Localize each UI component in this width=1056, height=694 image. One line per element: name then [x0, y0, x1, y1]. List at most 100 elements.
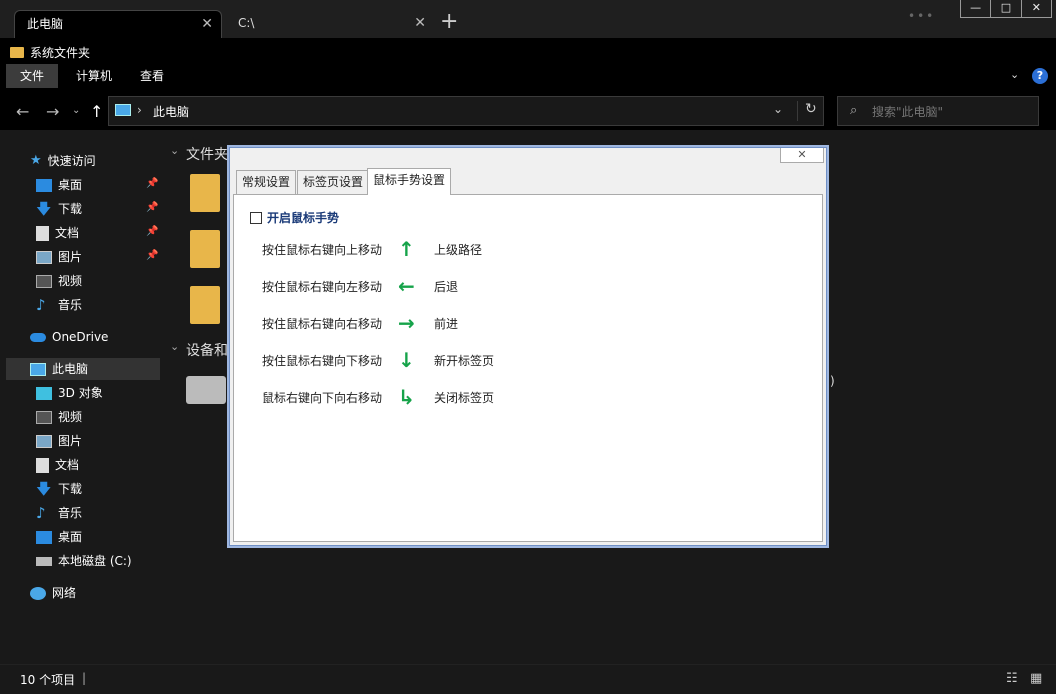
checkbox-box[interactable] [250, 211, 262, 224]
sidebar-item-local-disk[interactable]: 本地磁盘 (C:) [36, 550, 176, 572]
sidebar-item-videos[interactable]: 视频 [36, 406, 176, 428]
arrow-down-icon: ↓ [398, 348, 415, 372]
navigation-bar: ← → ⌄ ↑ › 此电脑 ⌄ ↻ ⌕ [0, 96, 1056, 128]
tab-bar: 此电脑 ✕ C:\ ✕ + ••• — □ ✕ [0, 0, 1056, 38]
gesture-row: 按住鼠标右键向上移动 ↑ 上级路径 [262, 237, 522, 261]
recent-chevron-icon[interactable]: ⌄ [72, 105, 80, 116]
group-header-devices[interactable]: 设备和 [186, 340, 228, 360]
window-title: 系统文件夹 [10, 43, 90, 61]
sidebar-item-downloads[interactable]: 🡇 下载 [36, 478, 176, 500]
group-header-folders[interactable]: 文件夹 [186, 144, 228, 164]
sidebar-item-videos[interactable]: 视频 [36, 270, 176, 292]
sidebar-item-onedrive[interactable]: OneDrive [30, 326, 170, 348]
chevron-down-icon[interactable]: ⌄ [773, 102, 783, 116]
desktop-icon [36, 530, 52, 544]
up-arrow-icon[interactable]: ↑ [90, 102, 103, 121]
sidebar-item-label: 音乐 [58, 298, 83, 312]
sidebar-item-network[interactable]: 网络 [30, 582, 170, 604]
tab-general-settings[interactable]: 常规设置 [236, 170, 297, 194]
sidebar-item-music[interactable]: ♪ 音乐 [36, 294, 176, 316]
large-icons-view-icon[interactable]: ▦ [1030, 671, 1042, 686]
gesture-action: 鼠标右键向下向右移动 [262, 391, 383, 405]
network-icon [30, 586, 46, 600]
search-box[interactable]: ⌕ [837, 96, 1039, 126]
download-arrow-icon: 🡇 [36, 480, 52, 498]
sidebar-item-this-pc[interactable]: 此电脑 [30, 358, 170, 380]
gesture-action: 按住鼠标右键向左移动 [262, 280, 383, 294]
ribbon-tab-view[interactable]: 查看 [126, 64, 178, 88]
download-arrow-icon: 🡇 [36, 200, 52, 218]
search-input[interactable] [872, 103, 1032, 121]
status-separator: | [82, 671, 87, 685]
sidebar-item-label: 下载 [58, 202, 83, 216]
sidebar-item-quick-access[interactable]: ★ 快速访问 [30, 150, 170, 172]
sidebar-item-label: 此电脑 [52, 362, 89, 376]
dialog-close-button[interactable]: ✕ [780, 148, 824, 163]
picture-icon [36, 250, 52, 264]
folder-documents-icon[interactable] [190, 230, 220, 268]
close-window-button[interactable]: ✕ [1022, 0, 1051, 17]
back-arrow-icon[interactable]: ← [16, 102, 29, 121]
new-tab-plus-icon[interactable]: + [440, 8, 458, 36]
enable-gestures-checkbox[interactable]: 开启鼠标手势 [250, 209, 339, 226]
arrow-down-right-icon: ↳ [398, 385, 415, 409]
sidebar-item-3d-objects[interactable]: 3D 对象 [36, 382, 176, 404]
folder-desktop-icon[interactable] [190, 286, 220, 324]
pin-icon[interactable]: 📌 [146, 202, 158, 213]
item-count: 10 个项目 [20, 673, 76, 687]
sidebar-item-label: 下载 [58, 482, 83, 496]
sidebar-item-label: 3D 对象 [58, 386, 103, 400]
sidebar-item-desktop[interactable]: 桌面 [36, 526, 176, 548]
sidebar-item-label: 音乐 [58, 506, 83, 520]
arrow-right-icon: → [398, 311, 415, 335]
sidebar-item-documents[interactable]: 文档 [36, 454, 176, 476]
chevron-down-icon[interactable]: ⌄ [1010, 68, 1019, 81]
sidebar-item-label: 文档 [55, 226, 80, 240]
drive-icon[interactable] [186, 376, 226, 404]
music-note-icon: ♪ [36, 296, 46, 314]
gesture-row: 按住鼠标右键向左移动 ← 后退 [262, 274, 522, 298]
maximize-button[interactable]: □ [991, 0, 1022, 17]
address-bar[interactable]: › 此电脑 ⌄ ↻ [108, 96, 824, 126]
gesture-result: 新开标签页 [434, 354, 495, 368]
document-icon [36, 457, 49, 473]
arrow-up-icon: ↑ [398, 237, 415, 261]
more-dots-icon[interactable]: ••• [908, 9, 935, 23]
tab-mouse-gesture-settings[interactable]: 鼠标手势设置 [367, 168, 452, 195]
gesture-row: 鼠标右键向下向右移动 ↳ 关闭标签页 [262, 385, 522, 409]
sidebar-item-pictures[interactable]: 图片 [36, 430, 176, 452]
pin-icon[interactable]: 📌 [146, 226, 158, 237]
gesture-result: 前进 [434, 317, 459, 331]
close-icon[interactable]: ✕ [414, 10, 426, 36]
tab-tab-settings[interactable]: 标签页设置 [297, 170, 370, 194]
mouse-gesture-settings-dialog: ✕ 常规设置 标签页设置 鼠标手势设置 开启鼠标手势 按住鼠标右键向上移动 ↑ … [229, 147, 827, 546]
folder-3d-objects-icon[interactable] [190, 174, 220, 212]
sidebar-item-label: 图片 [58, 434, 83, 448]
sidebar-item-label: 网络 [52, 586, 77, 600]
ribbon-tab-computer[interactable]: 计算机 [62, 64, 126, 88]
chevron-down-icon[interactable]: ⌄ [170, 340, 179, 353]
computer-icon [115, 104, 131, 116]
pin-icon[interactable]: 📌 [146, 250, 158, 261]
gesture-result: 后退 [434, 280, 459, 294]
close-icon[interactable]: ✕ [201, 11, 213, 37]
gesture-action: 按住鼠标右键向下移动 [262, 354, 383, 368]
folder-icon [10, 46, 24, 58]
help-icon[interactable]: ? [1032, 68, 1048, 84]
cloud-icon [30, 332, 46, 342]
details-view-icon[interactable]: ☷ [1006, 671, 1018, 686]
tab-this-pc[interactable]: 此电脑 ✕ [14, 10, 222, 38]
sidebar-item-music[interactable]: ♪ 音乐 [36, 502, 176, 524]
drive-icon [36, 556, 52, 566]
ribbon-tab-file[interactable]: 文件 [6, 64, 59, 88]
sidebar-item-label: 图片 [58, 250, 83, 264]
star-icon: ★ [30, 153, 42, 168]
refresh-icon[interactable]: ↻ [805, 101, 817, 117]
tab-c-drive[interactable]: C:\ ✕ [226, 10, 434, 38]
chevron-down-icon[interactable]: ⌄ [170, 144, 179, 157]
pin-icon[interactable]: 📌 [146, 178, 158, 189]
breadcrumb[interactable]: 此电脑 [153, 103, 189, 120]
minimize-button[interactable]: — [961, 0, 992, 17]
gesture-action: 按住鼠标右键向上移动 [262, 243, 383, 257]
forward-arrow-icon[interactable]: → [46, 102, 59, 121]
